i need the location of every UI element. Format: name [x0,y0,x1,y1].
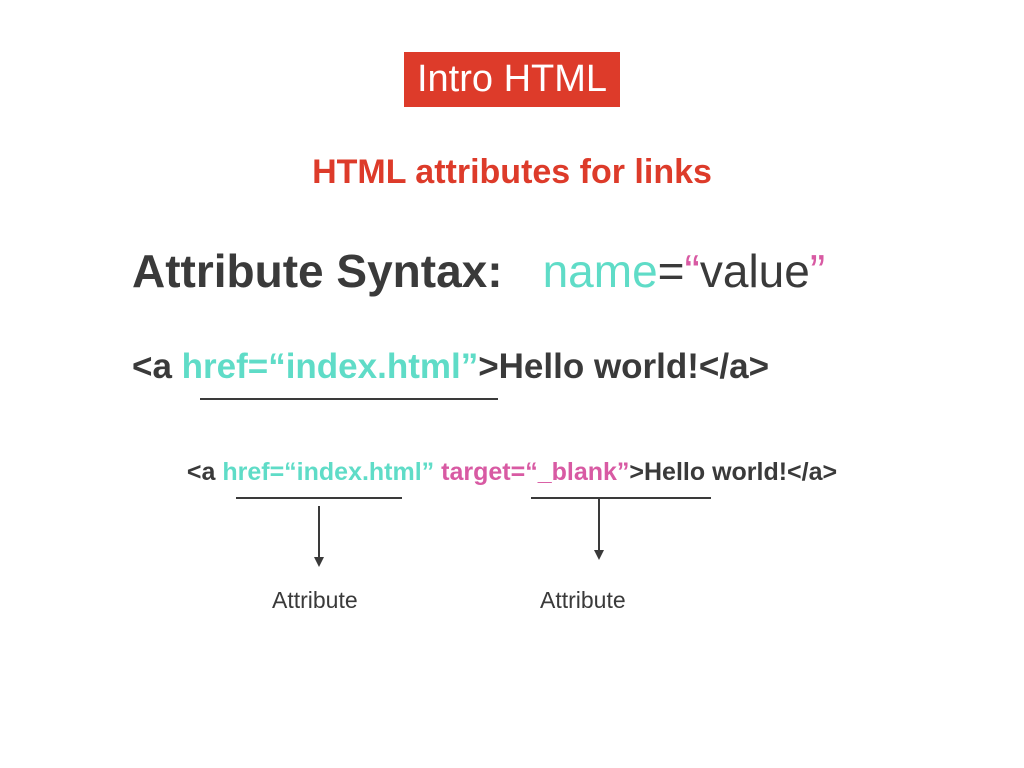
example-code-2: <a href=“index.html” target=“_blank”>Hel… [0,455,1024,489]
target-arrowhead [594,550,604,560]
syntax-close-quote: ” [809,245,826,297]
syntax-name: name [542,245,658,297]
attribute-label-2: Attribute [540,587,626,613]
attribute-syntax-row: Attribute Syntax: name=“value” [132,243,825,299]
target-underline [531,497,711,499]
example2-href-attribute: href=“index.html” [222,458,435,486]
example1-open-tag: <a [132,347,182,386]
target-arrow-line [598,499,600,551]
example2-rest: >Hello world!</a> [629,458,838,486]
href-underline [236,497,402,499]
example2-target-attribute: target=“_blank” [441,458,630,486]
slide-subtitle: HTML attributes for links [312,153,712,191]
href-arrowhead [314,557,324,567]
example1-rest: >Hello world!</a> [478,347,770,386]
example1-underline [200,398,498,400]
syntax-open-quote: “ [684,245,700,297]
href-arrow-line [318,506,320,558]
attribute-label-1: Attribute [272,587,358,613]
syntax-label: Attribute Syntax: [132,245,503,297]
syntax-value: value [699,245,810,297]
syntax-equals: = [657,245,685,297]
example1-href-attribute: href=“index.html” [181,347,479,386]
example2-open-tag: <a [186,458,223,486]
slide-title: Intro HTML [404,52,620,107]
example-code-1: <a href=“index.html”>Hello world!</a> [132,344,769,390]
